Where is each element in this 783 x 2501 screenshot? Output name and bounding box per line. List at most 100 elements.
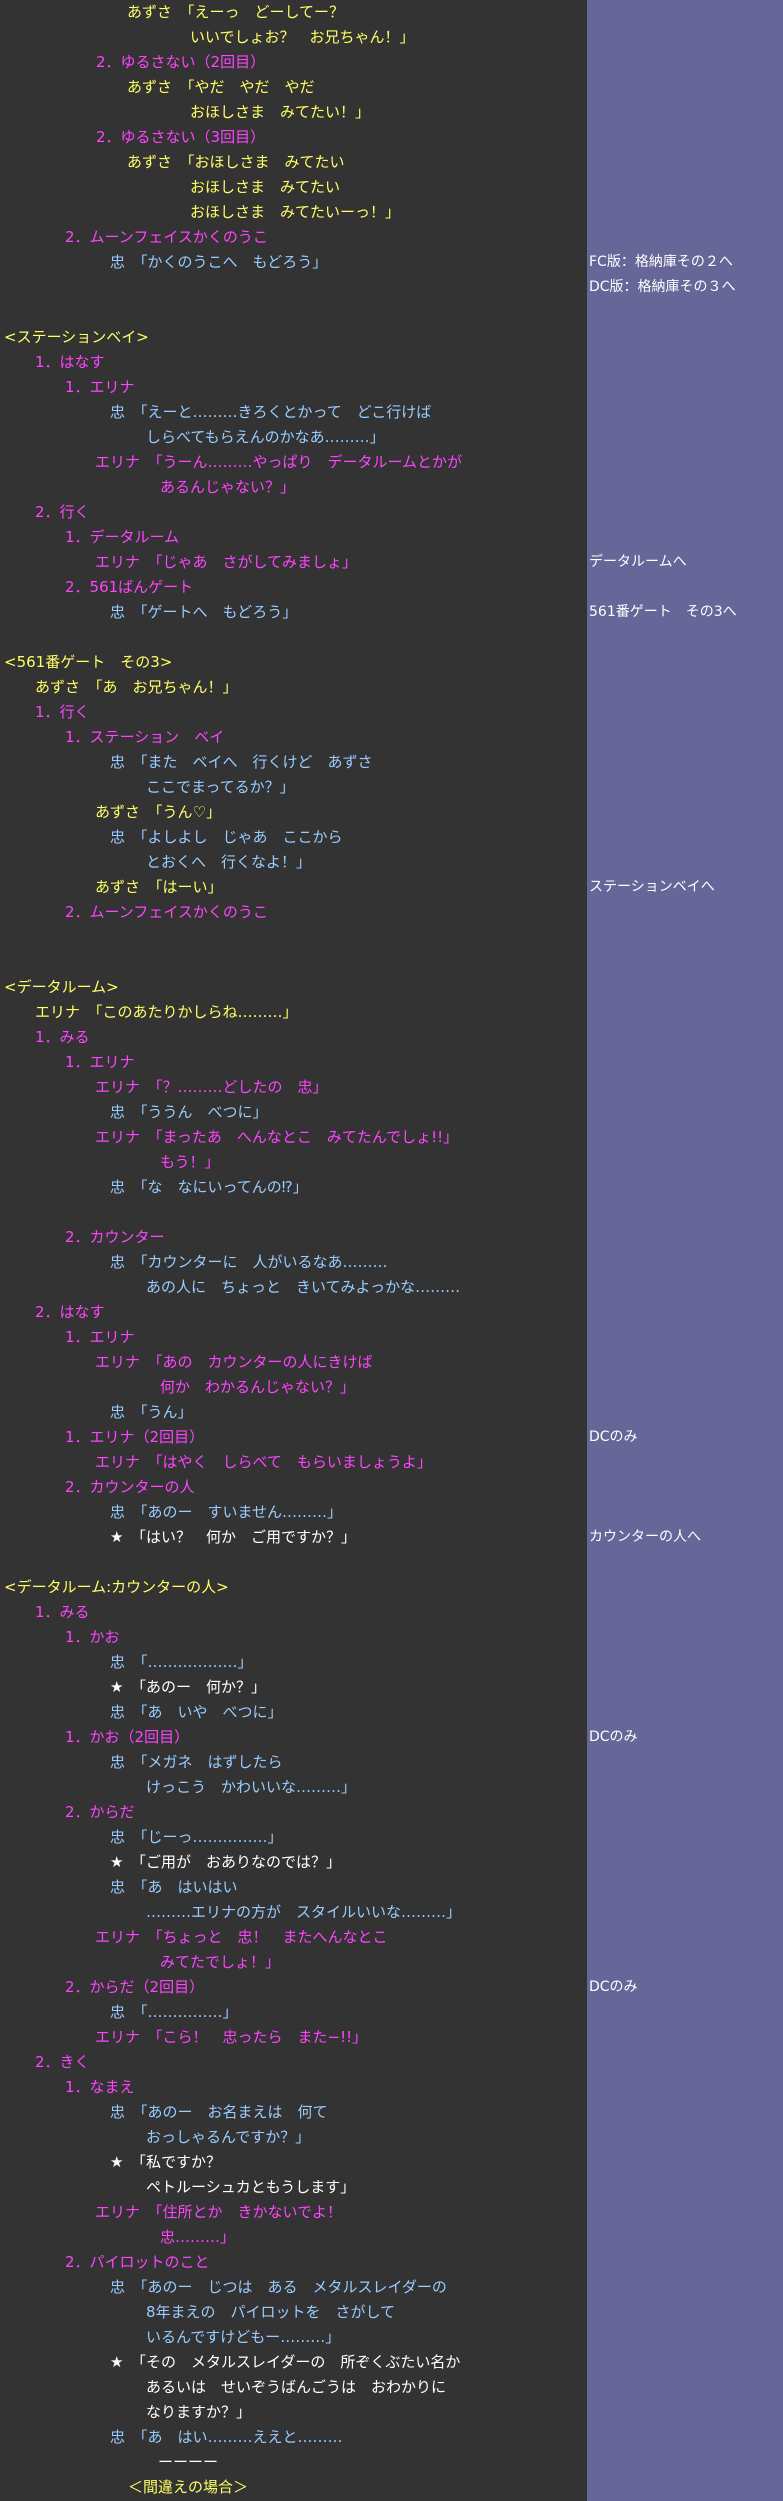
script-line: <ステーションベイ> [4,328,149,346]
script-line: エリナ 「じゃあ さがしてみましょ」 [95,553,358,571]
script-line: <データルーム> [4,978,119,996]
side-note: DCのみ [589,1979,638,1995]
script-line: 1．みる [35,1603,90,1621]
script-line: ★ 「ご用が おありなのでは？」 [110,1853,341,1871]
script-line: 8年まえの パイロットを さがして [146,2303,396,2321]
script-line: あの人に ちょっと きいてみよっかな……… [146,1278,461,1296]
script-line: 1．みる [35,1028,90,1046]
script-line: 忠 「あ はい………ええと……… [110,2428,343,2446]
script-line: 1．エリナ [65,1053,135,1071]
script-line: しらべてもらえんのかなあ………」 [146,428,385,446]
script-line: 忠 「えーと………きろくとかって どこ行けば [110,403,432,421]
script-line: もう！」 [160,1153,220,1171]
script-line: エリナ 「住所とか きかないでよ！ [95,2203,343,2221]
script-line: 忠 「な なにいってんの⁉」 [110,1178,308,1196]
script-line: 忠 「かくのうこへ もどろう」 [110,253,328,271]
script-line: とおくへ 行くなよ！」 [146,853,312,871]
script-line: ここでまってるか？」 [146,778,295,796]
script-line: おっしゃるんですか？」 [146,2128,311,2146]
script-line: 忠 「うん」 [110,1403,193,1421]
script-line: ペトルーシュカともうします」 [146,2178,356,2196]
script-line: いるんですけどもー………」 [146,2328,341,2346]
script-line: 2．からだ [65,1803,135,1821]
script-line: あずさ 「えーっ どーしてー？ [127,3,345,21]
script-line: エリナ 「このあたりかしらね………」 [35,1003,298,1021]
script-line: ★ 「その メタルスレイダーの 所ぞくぶたい名か [110,2353,461,2371]
script-panel [0,0,587,2501]
script-line: いいでしょお？ お兄ちゃん！」 [190,28,415,46]
script-line: 忠 「また ベイへ 行くけど あずさ [110,753,373,771]
script-line: 1．エリナ [65,378,135,396]
script-line: 2．カウンター [65,1228,165,1246]
script-line: おほしさま みてたい [190,178,341,196]
script-line: けっこう かわいいな………」 [146,1778,357,1796]
notes-panel [587,0,783,2501]
script-line: 1．エリナ [65,1328,135,1346]
side-note: カウンターの人へ [589,1529,701,1545]
script-line: 忠 「あ はいはい [110,1878,238,1896]
script-line: 1．エリナ（2回目） [65,1428,205,1446]
script-line: エリナ 「ちょっと 忠！ またへんなとこ [95,1928,388,1946]
script-line: 忠 「メガネ はずしたら [110,1753,283,1771]
script-line: 1．かお（2回目） [65,1728,190,1746]
script-line: 忠 「あのー じつは ある メタルスレイダーの [110,2278,447,2296]
script-line: あずさ 「おほしさま みてたい [127,153,345,171]
script-line: 忠 「あのー お名まえは 何て [110,2103,328,2121]
side-note: データルームへ [589,554,687,570]
script-line: 1．ステーション ベイ [65,728,225,746]
side-note: DCのみ [589,1729,638,1745]
script-line: エリナ 「うーん………やっぱり データルームとかが [95,453,463,471]
script-line: ＜間違えの場合＞ [128,2478,249,2496]
script-line: 1．はなす [35,353,105,371]
script-line: <データルーム:カウンターの人> [4,1578,229,1596]
script-line: みてたでしょ！」 [160,1953,281,1971]
script-line: エリナ 「こら！ 忠ったら また−!!」 [95,2028,368,2046]
script-line: 2．カウンターの人 [65,1478,195,1496]
script-line: 忠 「じーっ……………」 [110,1828,283,1846]
script-line: 忠 「………………」 [110,1653,253,1671]
script-line: あるんじゃない？」 [160,478,296,496]
script-line: 忠 「カウンターに 人がいるなあ……… [110,1253,388,1271]
script-line: <561番ゲート その3> [4,653,173,671]
script-line: 忠 「……………」 [110,2003,238,2021]
script-line: 2．ゆるさない（2回目） [96,53,266,71]
script-line: エリナ 「はやく しらべて もらいましょうよ」 [95,1453,432,1471]
script-line: ★ 「はい？ 何か ご用ですか？」 [110,1528,356,1546]
script-line: あずさ 「はーい」 [95,878,223,896]
script-line: おほしさま みてたいーっ！」 [190,203,401,221]
script-line: 2．561ばんゲート [65,578,194,596]
script-line: 2．はなす [35,1303,105,1321]
side-note: DC版：格納庫その３へ [589,279,736,295]
script-line: 忠………」 [160,2228,236,2246]
script-line: 忠 「よしよし じゃあ ここから [110,828,343,846]
script-line: あずさ 「やだ やだ やだ [127,78,315,96]
script-line: 1．行く [35,703,90,721]
script-line: ………エリナの方が スタイルいいな………」 [146,1903,462,1921]
side-note: 561番ゲート その3へ [589,604,737,620]
script-line: エリナ 「まったあ へんなとこ みてたんでしょ!!」 [95,1128,459,1146]
script-line: ーーーー [158,2453,219,2471]
script-line: 忠 「ゲートへ もどろう」 [110,603,298,621]
script-line: ★ 「あのー 何か？」 [110,1678,266,1696]
script-line: 1．かお [65,1628,120,1646]
script-line: 2．パイロットのこと [65,2253,210,2271]
script-line: あずさ 「うん♡」 [95,803,221,821]
script-line: 2．ムーンフェイスかくのうこ [65,228,268,246]
script-line: エリナ 「？………どしたの 忠」 [95,1078,328,1096]
script-line: 2．ゆるさない（3回目） [96,128,266,146]
script-line: おほしさま みてたい！」 [190,103,371,121]
script-line: 忠 「ううん べつに」 [110,1103,268,1121]
script-line: 何か わかるんじゃない？」 [160,1378,356,1396]
script-line: なりますか？」 [146,2403,252,2421]
script-line: あずさ 「あ お兄ちゃん！」 [35,678,238,696]
script-line: エリナ 「あの カウンターの人にきけば [95,1353,373,1371]
script-line: 2．行く [35,503,90,521]
script-line: 2．ムーンフェイスかくのうこ [65,903,268,921]
script-line: 1．データルーム [65,528,180,546]
script-line: ★ 「私ですか？ [110,2153,221,2171]
side-note: ステーションベイへ [589,879,715,895]
script-line: 忠 「あ いや べつに」 [110,1703,283,1721]
script-line: あるいは せいぞうばんごうは おわかりに [146,2378,447,2396]
side-note: FC版：格納庫その２へ [589,254,733,270]
script-line: 2．きく [35,2053,90,2071]
